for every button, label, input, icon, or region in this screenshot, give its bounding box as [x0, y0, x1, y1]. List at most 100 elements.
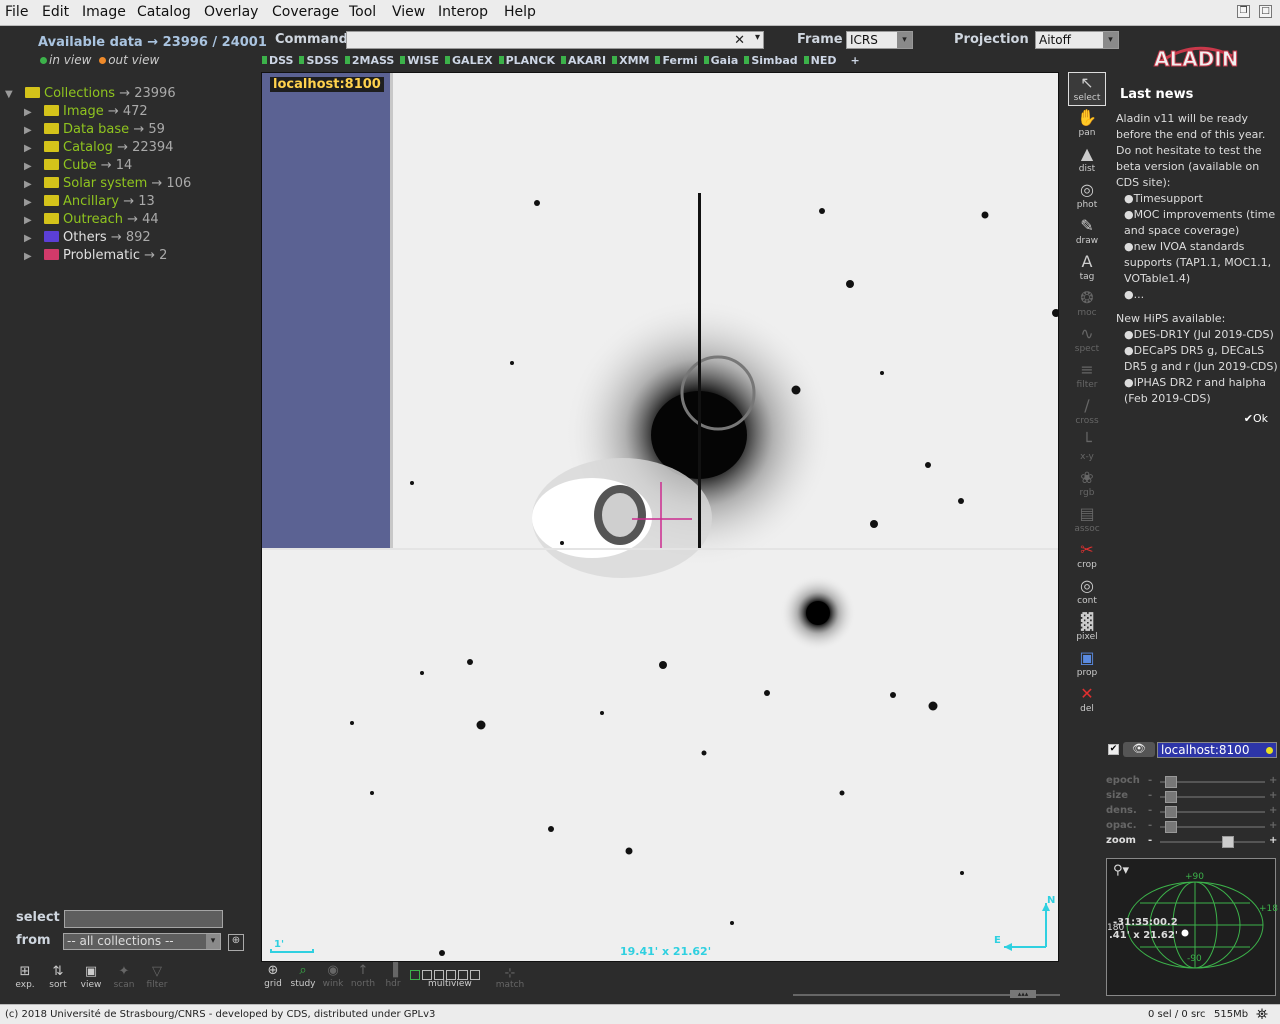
- minus-icon[interactable]: -: [1148, 775, 1152, 786]
- tool-cross[interactable]: ∕ cross: [1068, 396, 1106, 430]
- chevron-right-icon[interactable]: ▶: [24, 251, 44, 262]
- tree-item-others[interactable]: ▶ Others → 892: [24, 230, 151, 248]
- tree-item-cube[interactable]: ▶ Cube → 14: [24, 158, 132, 176]
- tree-item-image[interactable]: ▶ Image → 472: [24, 104, 148, 122]
- location-pin-icon[interactable]: ⚲▾: [1113, 863, 1129, 878]
- survey-sdss[interactable]: SDSS: [299, 54, 339, 67]
- tool-cont[interactable]: ◎ cont: [1068, 576, 1106, 610]
- survey-wise[interactable]: WISE: [400, 54, 439, 67]
- slider-zoom[interactable]: zoom - +: [1106, 835, 1278, 849]
- chevron-down-icon[interactable]: ▾: [755, 32, 760, 43]
- match-button[interactable]: ⊹ match: [493, 966, 527, 990]
- tree-item-ancillary[interactable]: ▶ Ancillary → 13: [24, 194, 155, 212]
- survey-2mass[interactable]: 2MASS: [344, 54, 394, 67]
- news-ok-button[interactable]: ✔Ok: [1110, 411, 1268, 427]
- slider-thumb[interactable]: [1165, 821, 1177, 833]
- left-tool-view[interactable]: ▣ view: [74, 964, 108, 990]
- bottom-tool-hdr[interactable]: ▐ hdr: [376, 963, 410, 989]
- tool-moc[interactable]: ❂ moc: [1068, 288, 1106, 322]
- minus-icon[interactable]: -: [1148, 820, 1152, 831]
- clear-icon[interactable]: ✕: [734, 33, 745, 48]
- tool-crop[interactable]: ✂ crop: [1068, 540, 1106, 574]
- left-tool-filter[interactable]: ▽ filter: [140, 964, 174, 990]
- left-tool-scan[interactable]: ✦ scan: [107, 964, 141, 990]
- restore-icon[interactable]: ❐: [1237, 5, 1250, 18]
- menu-interop[interactable]: Interop: [438, 4, 488, 20]
- tree-item-problematic[interactable]: ▶ Problematic → 2: [24, 248, 167, 266]
- menu-image[interactable]: Image: [82, 4, 126, 20]
- survey-dss[interactable]: DSS: [262, 54, 293, 67]
- slider-dens[interactable]: dens. - +: [1106, 805, 1278, 819]
- tool-del[interactable]: ✕ del: [1068, 684, 1106, 718]
- tool-spect[interactable]: ∿ spect: [1068, 324, 1106, 358]
- survey-akari[interactable]: AKARI: [560, 54, 606, 67]
- layer-item[interactable]: localhost:8100: [1157, 742, 1277, 758]
- plus-icon[interactable]: +: [1269, 820, 1277, 831]
- maximize-icon[interactable]: □: [1259, 5, 1272, 18]
- chevron-right-icon[interactable]: ▶: [24, 161, 44, 172]
- minus-icon[interactable]: -: [1148, 805, 1152, 816]
- tree-item-solar-system[interactable]: ▶ Solar system → 106: [24, 176, 191, 194]
- chevron-down-icon[interactable]: ▼: [5, 89, 25, 100]
- menu-overlay[interactable]: Overlay: [204, 4, 258, 20]
- tool-xy[interactable]: └ x-y: [1068, 432, 1106, 466]
- plus-icon[interactable]: +: [1269, 805, 1277, 816]
- chevron-right-icon[interactable]: ▶: [24, 233, 44, 244]
- menu-coverage[interactable]: Coverage: [272, 4, 339, 20]
- multiview-selector[interactable]: [410, 965, 492, 980]
- tool-tag[interactable]: Atag: [1068, 252, 1106, 286]
- survey-fermi[interactable]: Fermi: [655, 54, 698, 67]
- tree-item-data-base[interactable]: ▶ Data base → 59: [24, 122, 165, 140]
- bottom-tool-north[interactable]: ↑ north: [346, 963, 380, 989]
- tool-select[interactable]: ↖ select: [1068, 72, 1106, 106]
- tool-filter[interactable]: ≡ filter: [1068, 360, 1106, 394]
- bottom-tool-wink[interactable]: ◉ wink: [316, 963, 350, 989]
- survey-galex[interactable]: GALEX: [445, 54, 493, 67]
- slider-thumb[interactable]: [1165, 776, 1177, 788]
- tool-assoc[interactable]: ▤ assoc: [1068, 504, 1106, 538]
- add-collection-icon[interactable]: ⊕: [228, 934, 244, 951]
- tool-pixel[interactable]: ▓ pixel: [1068, 612, 1106, 646]
- menu-help[interactable]: Help: [504, 4, 536, 20]
- chevron-right-icon[interactable]: ▶: [24, 197, 44, 208]
- frame-select[interactable]: ICRS ▾: [846, 31, 913, 49]
- chevron-right-icon[interactable]: ▶: [24, 143, 44, 154]
- select-input[interactable]: [64, 910, 223, 928]
- command-input[interactable]: ✕ ▾: [346, 31, 764, 49]
- plus-icon[interactable]: +: [1269, 790, 1277, 801]
- chevron-right-icon[interactable]: ▶: [24, 179, 44, 190]
- chevron-right-icon[interactable]: ▶: [24, 107, 44, 118]
- survey-xmm[interactable]: XMM: [612, 54, 649, 67]
- slider-thumb[interactable]: [1165, 806, 1177, 818]
- tree-item-outreach[interactable]: ▶ Outreach → 44: [24, 212, 159, 230]
- from-select[interactable]: -- all collections -- ▾: [63, 933, 221, 950]
- slider-thumb[interactable]: [1222, 836, 1234, 848]
- tool-rgb[interactable]: ❀ rgb: [1068, 468, 1106, 502]
- tool-pan[interactable]: ✋ pan: [1068, 108, 1106, 142]
- minus-icon[interactable]: -: [1148, 835, 1152, 846]
- bottom-tool-study[interactable]: ⌕ study: [286, 963, 320, 989]
- chevron-right-icon[interactable]: ▶: [24, 125, 44, 136]
- chevron-right-icon[interactable]: ▶: [24, 215, 44, 226]
- tree-item-collections[interactable]: ▼ Collections → 23996: [5, 86, 176, 104]
- sky-view[interactable]: localhost:8100 19.41' x 21.62' 1' N E: [261, 72, 1059, 962]
- menu-tool[interactable]: Tool: [349, 4, 376, 20]
- survey-planck[interactable]: PLANCK: [498, 54, 555, 67]
- plus-icon[interactable]: +: [1269, 835, 1277, 846]
- tool-prop[interactable]: ▣ prop: [1068, 648, 1106, 682]
- left-tool-exp[interactable]: ⊞ exp.: [8, 964, 42, 990]
- slider-epoch[interactable]: epoch - +: [1106, 775, 1278, 789]
- sky-minimap[interactable]: ⚲▾ +90 -90 +18 180 -31:35:00.2 .41' x 21…: [1106, 858, 1278, 996]
- survey-simbad[interactable]: Simbad: [744, 54, 798, 67]
- tool-phot[interactable]: ◎ phot: [1068, 180, 1106, 214]
- add-survey-button[interactable]: +: [851, 54, 860, 67]
- menu-view[interactable]: View: [392, 4, 425, 20]
- plus-icon[interactable]: +: [1269, 775, 1277, 786]
- slider-size[interactable]: size - +: [1106, 790, 1278, 804]
- slider-opac[interactable]: opac. - +: [1106, 820, 1278, 834]
- tool-draw[interactable]: ✎ draw: [1068, 216, 1106, 250]
- menu-catalog[interactable]: Catalog: [137, 4, 191, 20]
- left-tool-sort[interactable]: ⇅ sort: [41, 964, 75, 990]
- tree-item-catalog[interactable]: ▶ Catalog → 22394: [24, 140, 173, 158]
- minus-icon[interactable]: -: [1148, 790, 1152, 801]
